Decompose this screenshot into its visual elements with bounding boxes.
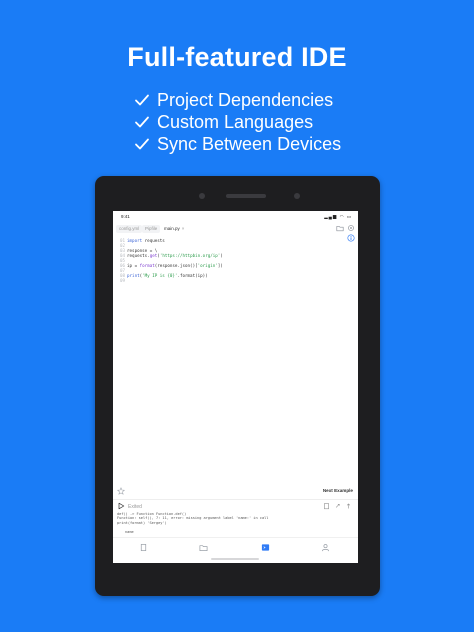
status-bar: 9:41 ▂▄▆ ◠ ▭	[113, 211, 358, 221]
camera	[199, 193, 205, 199]
status-icons: ▂▄▆ ◠ ▭	[324, 214, 352, 219]
play-icon[interactable]	[117, 502, 125, 510]
feature-list: Project Dependencies Custom Languages Sy…	[133, 89, 393, 155]
editor-icon[interactable]	[261, 543, 270, 552]
star-icon[interactable]	[117, 487, 125, 495]
device-screen: 9:41 ▂▄▆ ◠ ▭ config.yml Pipfile main.py ×…	[113, 211, 358, 563]
link-icon[interactable]	[334, 502, 341, 510]
files-icon[interactable]	[199, 543, 208, 552]
code-line: 09	[113, 278, 358, 283]
profile-icon[interactable]	[321, 543, 330, 552]
console-toolbar: Exited	[113, 499, 358, 512]
tab-close-icon[interactable]: ×	[182, 226, 185, 231]
check-icon	[135, 94, 149, 106]
next-example-button[interactable]: Next Example	[323, 488, 353, 493]
editor-bottom-bar: Next Example	[113, 485, 358, 497]
status-time: 9:41	[121, 214, 130, 219]
check-icon	[135, 116, 149, 128]
document-icon[interactable]	[139, 543, 148, 552]
sensor	[294, 193, 300, 199]
run-status: Exited	[128, 503, 142, 510]
code-editor[interactable]: 01 import requests 02 03 response = \ 04 reque…	[113, 238, 358, 283]
tablet-device: 9:41 ▂▄▆ ◠ ▭ config.yml Pipfile main.py ×…	[95, 176, 380, 596]
feature-label: Custom Languages	[157, 111, 314, 132]
tab-main-py[interactable]: main.py ×	[161, 225, 188, 233]
bottom-tab-bar	[113, 537, 358, 558]
feature-label: Project Dependencies	[157, 89, 334, 110]
console-output: def() -> Function Function.def() Functio…	[117, 512, 357, 534]
headline: Full-featured IDE	[127, 42, 347, 72]
feature-item: Project Dependencies	[133, 89, 393, 111]
line-number: 09	[119, 278, 125, 283]
settings-icon[interactable]	[347, 224, 355, 232]
speaker-grill	[226, 194, 266, 198]
share-icon[interactable]	[345, 502, 352, 510]
copy-icon[interactable]	[323, 502, 330, 510]
feature-item: Sync Between Devices	[133, 133, 393, 155]
tab-pipfile[interactable]: Pipfile	[142, 225, 161, 233]
feature-item: Custom Languages	[133, 111, 393, 133]
tab-config-yml[interactable]: config.yml	[116, 225, 143, 233]
editor-tab-row: config.yml Pipfile main.py ×	[113, 223, 358, 235]
console-line: name	[125, 529, 134, 534]
feature-label: Sync Between Devices	[157, 133, 342, 154]
home-indicator	[211, 558, 259, 560]
check-icon	[135, 138, 149, 150]
folder-icon[interactable]	[336, 224, 344, 232]
